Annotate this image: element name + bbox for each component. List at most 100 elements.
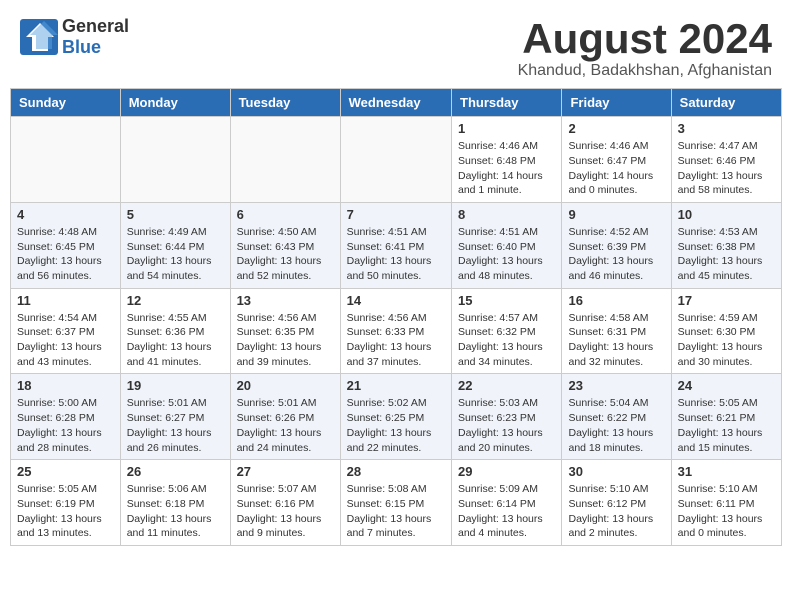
calendar-cell: 11 Sunrise: 4:54 AM Sunset: 6:37 PM Dayli… [11,288,121,374]
calendar-cell: 2Sunrise: 4:46 AM Sunset: 6:47 PM Daylig… [562,117,671,203]
day-number: 16 [568,293,664,308]
calendar-cell: 10Sunrise: 4:53 AM Sunset: 6:38 PM Dayli… [671,202,781,288]
weekday-header: Wednesday [340,89,451,117]
calendar-week-row: 1 Sunrise: 4:46 AM Sunset: 6:48 PM Daylig… [11,117,782,203]
day-info: Sunrise: 4:46 AM Sunset: 6:48 PM Dayligh… [458,139,555,198]
calendar-cell: 5 Sunrise: 4:49 AM Sunset: 6:44 PM Daylig… [120,202,230,288]
day-number: 28 [347,464,445,479]
day-info: Sunrise: 4:49 AM Sunset: 6:44 PM Dayligh… [127,225,224,284]
day-number: 24 [678,378,775,393]
day-info: Sunrise: 5:08 AM Sunset: 6:15 PM Dayligh… [347,482,445,541]
day-info: Sunrise: 4:54 AM Sunset: 6:37 PM Dayligh… [17,311,114,370]
day-info: Sunrise: 4:50 AM Sunset: 6:43 PM Dayligh… [237,225,334,284]
day-info: Sunrise: 5:01 AM Sunset: 6:26 PM Dayligh… [237,396,334,455]
calendar-cell: 7 Sunrise: 4:51 AM Sunset: 6:41 PM Daylig… [340,202,451,288]
day-info: Sunrise: 5:09 AM Sunset: 6:14 PM Dayligh… [458,482,555,541]
day-info: Sunrise: 4:56 AM Sunset: 6:33 PM Dayligh… [347,311,445,370]
day-info: Sunrise: 4:55 AM Sunset: 6:36 PM Dayligh… [127,311,224,370]
day-info: Sunrise: 4:47 AM Sunset: 6:46 PM Dayligh… [678,139,775,198]
calendar-cell: 6 Sunrise: 4:50 AM Sunset: 6:43 PM Daylig… [230,202,340,288]
day-number: 6 [237,207,334,222]
day-number: 26 [127,464,224,479]
calendar-cell: 8 Sunrise: 4:51 AM Sunset: 6:40 PM Daylig… [452,202,562,288]
weekday-header: Thursday [452,89,562,117]
day-number: 31 [678,464,775,479]
calendar-cell: 28 Sunrise: 5:08 AM Sunset: 6:15 PM Dayli… [340,460,451,546]
weekday-header: Tuesday [230,89,340,117]
day-number: 9 [568,207,664,222]
day-info: Sunrise: 5:10 AM Sunset: 6:12 PM Dayligh… [568,482,664,541]
page-header: General Blue August 2024 Khandud, Badakh… [0,0,792,88]
calendar-cell: 31Sunrise: 5:10 AM Sunset: 6:11 PM Dayli… [671,460,781,546]
day-number: 25 [17,464,114,479]
calendar-location: Khandud, Badakhshan, Afghanistan [518,62,772,80]
calendar-cell [11,117,121,203]
calendar-cell: 13 Sunrise: 4:56 AM Sunset: 6:35 PM Dayli… [230,288,340,374]
day-info: Sunrise: 4:59 AM Sunset: 6:30 PM Dayligh… [678,311,775,370]
calendar-cell: 29 Sunrise: 5:09 AM Sunset: 6:14 PM Dayli… [452,460,562,546]
day-number: 1 [458,121,555,136]
calendar-cell: 23Sunrise: 5:04 AM Sunset: 6:22 PM Dayli… [562,374,671,460]
day-number: 22 [458,378,555,393]
day-number: 8 [458,207,555,222]
calendar-cell: 16 Sunrise: 4:58 AM Sunset: 6:31 PM Dayli… [562,288,671,374]
calendar-week-row: 11 Sunrise: 4:54 AM Sunset: 6:37 PM Dayli… [11,288,782,374]
day-number: 12 [127,293,224,308]
calendar-cell: 12 Sunrise: 4:55 AM Sunset: 6:36 PM Dayli… [120,288,230,374]
calendar-cell: 24 Sunrise: 5:05 AM Sunset: 6:21 PM Dayli… [671,374,781,460]
day-number: 29 [458,464,555,479]
calendar-title: August 2024 [518,16,772,62]
calendar-cell [230,117,340,203]
calendar-cell: 22 Sunrise: 5:03 AM Sunset: 6:23 PM Dayli… [452,374,562,460]
day-number: 15 [458,293,555,308]
calendar-week-row: 25 Sunrise: 5:05 AM Sunset: 6:19 PM Dayli… [11,460,782,546]
day-info: Sunrise: 4:51 AM Sunset: 6:41 PM Dayligh… [347,225,445,284]
day-number: 11 [17,293,114,308]
day-info: Sunrise: 5:03 AM Sunset: 6:23 PM Dayligh… [458,396,555,455]
calendar-cell [120,117,230,203]
calendar-cell: 15 Sunrise: 4:57 AM Sunset: 6:32 PM Dayli… [452,288,562,374]
calendar-cell: 27Sunrise: 5:07 AM Sunset: 6:16 PM Dayli… [230,460,340,546]
calendar-cell: 18Sunrise: 5:00 AM Sunset: 6:28 PM Dayli… [11,374,121,460]
calendar-cell: 30 Sunrise: 5:10 AM Sunset: 6:12 PM Dayli… [562,460,671,546]
day-info: Sunrise: 5:05 AM Sunset: 6:19 PM Dayligh… [17,482,114,541]
calendar-cell: 26Sunrise: 5:06 AM Sunset: 6:18 PM Dayli… [120,460,230,546]
day-number: 14 [347,293,445,308]
calendar-cell: 4 Sunrise: 4:48 AM Sunset: 6:45 PM Daylig… [11,202,121,288]
day-info: Sunrise: 4:57 AM Sunset: 6:32 PM Dayligh… [458,311,555,370]
day-number: 21 [347,378,445,393]
day-info: Sunrise: 5:01 AM Sunset: 6:27 PM Dayligh… [127,396,224,455]
day-info: Sunrise: 5:05 AM Sunset: 6:21 PM Dayligh… [678,396,775,455]
day-number: 7 [347,207,445,222]
weekday-header: Saturday [671,89,781,117]
day-info: Sunrise: 4:56 AM Sunset: 6:35 PM Dayligh… [237,311,334,370]
day-number: 5 [127,207,224,222]
day-number: 13 [237,293,334,308]
day-info: Sunrise: 5:02 AM Sunset: 6:25 PM Dayligh… [347,396,445,455]
day-number: 17 [678,293,775,308]
calendar-cell: 20 Sunrise: 5:01 AM Sunset: 6:26 PM Dayli… [230,374,340,460]
calendar-cell: 25 Sunrise: 5:05 AM Sunset: 6:19 PM Dayli… [11,460,121,546]
calendar-week-row: 18Sunrise: 5:00 AM Sunset: 6:28 PM Dayli… [11,374,782,460]
calendar-cell: 1 Sunrise: 4:46 AM Sunset: 6:48 PM Daylig… [452,117,562,203]
day-info: Sunrise: 4:48 AM Sunset: 6:45 PM Dayligh… [17,225,114,284]
weekday-header: Monday [120,89,230,117]
calendar-cell: 3Sunrise: 4:47 AM Sunset: 6:46 PM Daylig… [671,117,781,203]
title-block: August 2024 Khandud, Badakhshan, Afghani… [518,16,772,80]
calendar-cell [340,117,451,203]
day-info: Sunrise: 4:58 AM Sunset: 6:31 PM Dayligh… [568,311,664,370]
calendar-cell: 14 Sunrise: 4:56 AM Sunset: 6:33 PM Dayli… [340,288,451,374]
day-number: 2 [568,121,664,136]
day-info: Sunrise: 4:51 AM Sunset: 6:40 PM Dayligh… [458,225,555,284]
day-info: Sunrise: 4:53 AM Sunset: 6:38 PM Dayligh… [678,225,775,284]
calendar-cell: 19Sunrise: 5:01 AM Sunset: 6:27 PM Dayli… [120,374,230,460]
day-number: 30 [568,464,664,479]
day-number: 20 [237,378,334,393]
calendar-cell: 21 Sunrise: 5:02 AM Sunset: 6:25 PM Dayli… [340,374,451,460]
day-number: 18 [17,378,114,393]
calendar-table: SundayMondayTuesdayWednesdayThursdayFrid… [10,88,782,546]
weekday-header: Sunday [11,89,121,117]
day-info: Sunrise: 5:07 AM Sunset: 6:16 PM Dayligh… [237,482,334,541]
day-number: 4 [17,207,114,222]
calendar-week-row: 4 Sunrise: 4:48 AM Sunset: 6:45 PM Daylig… [11,202,782,288]
